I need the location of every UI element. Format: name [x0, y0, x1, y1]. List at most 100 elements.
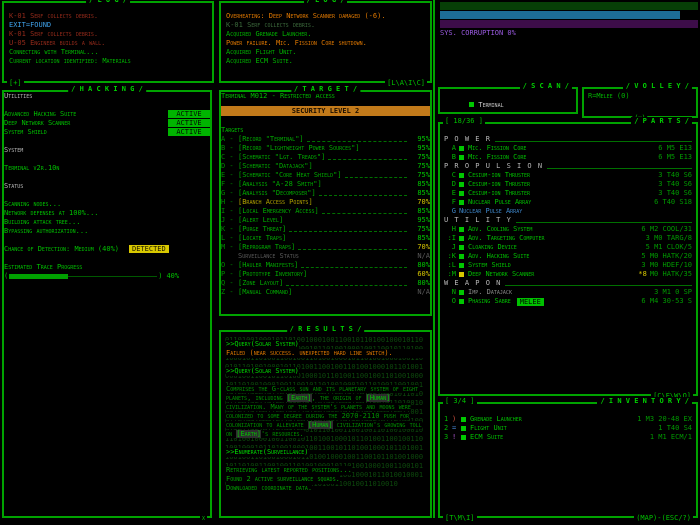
part-row[interactable]: :K Adv. Hacking Suite 5 M0 HATK/20 [444, 252, 692, 261]
command-success-chance: 60% [410, 270, 430, 279]
detected-badge: DETECTED [129, 245, 169, 253]
log-line: Acquired Grenade Launcher. [226, 30, 425, 39]
trace-bar-fill [9, 274, 68, 279]
system-label: System [4, 146, 210, 155]
part-row[interactable]: G Nuclear Pulse Array [444, 207, 692, 216]
target-command-row[interactable]: D - [Schematic "Datajack"] 75% [221, 162, 430, 171]
inventory-item-row[interactable]: 3 ! ECM Suite 1 M1 ECM/1 [444, 433, 692, 442]
scan-panel: / S C A N / Terminal [438, 87, 578, 114]
lore-link[interactable]: [Human] [308, 421, 333, 429]
part-row[interactable]: B Mic. Fission Core 6 M5 E13 [444, 153, 692, 162]
target-command-row[interactable]: G - [Analysis "Decomposer"] 85% [221, 189, 430, 198]
target-command-row[interactable]: M - [Reprogram Traps] 70% [221, 243, 430, 252]
item-state-icon [461, 435, 466, 440]
trace-percent: 40% [162, 272, 179, 281]
lore-link[interactable]: [Human] [366, 394, 391, 402]
part-row[interactable]: D Cesium-ion Thruster 3 T40 S6 [444, 180, 692, 189]
part-row[interactable]: :L System Shield 3 M0 HDEF/10 [444, 261, 692, 270]
part-row[interactable]: O Phasing Sabre MELEE 6 M4 30-53 S [444, 297, 692, 306]
part-row[interactable]: F Nuclear Pulse Array 6 T40 S18 [444, 198, 692, 207]
map-esc-buttons[interactable]: (MAP)-(ESC/?) [634, 514, 693, 523]
target-command-row[interactable]: L - [Locate Traps] 85% [221, 234, 430, 243]
results-query: >>Enumerate(Surveillance) [226, 448, 308, 457]
status-line: Network defenses at 100%... [4, 209, 210, 218]
log-expand-button[interactable]: [+] [7, 79, 24, 88]
parts-section-label: P O W E R [444, 135, 491, 144]
target-command-row[interactable]: P - [Prototype Inventory] 60% [221, 270, 430, 279]
target-command-row[interactable]: Surveillance Status N/A [221, 252, 430, 261]
part-row[interactable]: :I Adv. Targeting Computer 3 M0 TARG/8 [444, 234, 692, 243]
part-row[interactable]: N Imp. Datajack 3 M1 0 SP [444, 288, 692, 297]
part-name: Imp. Datajack [468, 288, 512, 297]
target-command-row[interactable]: E - [Schematic "Core Heat Shield"] 75% [221, 171, 430, 180]
scan-title: / S C A N / [520, 82, 572, 91]
command-key: I - [221, 207, 238, 216]
target-command-row[interactable]: A - [Record "Terminal"] 95% [221, 135, 430, 144]
trace-bar-open: ( [4, 272, 8, 281]
results-error: Failed (near success. unexpected hard li… [226, 349, 425, 358]
matter-bar-fill [440, 20, 698, 28]
part-row[interactable]: C Cesium-ion Thruster 3 T40 S6 [444, 171, 692, 180]
target-command-row[interactable]: J - [Alert Level] 95% [221, 216, 430, 225]
target-command-row[interactable]: O - [Hauler Manifests] 80% [221, 261, 430, 270]
target-command-row[interactable]: F - [Analysis "A-28 Smith"] 85% [221, 180, 430, 189]
item-type-glyph: ) [452, 415, 461, 424]
target-command-row[interactable]: I - [Local Emergency Access] 85% [221, 207, 430, 216]
inventory-item-row[interactable]: 1 ) Grenade Launcher 1 M3 20-48 EX [444, 415, 692, 424]
dash-filler [289, 227, 407, 232]
part-key: A [444, 144, 459, 153]
part-key: G [444, 207, 459, 216]
part-row[interactable]: A Mic. Fission Core 6 M5 E13 [444, 144, 692, 153]
command-key: J - [221, 216, 238, 225]
command-success-chance: 80% [410, 261, 430, 270]
part-stat-values: 3 M1 0 SP [654, 288, 692, 296]
part-name: Cloaking Device [468, 243, 517, 252]
part-row[interactable]: J Cloaking Device 5 M1 CLOK/5 [444, 243, 692, 252]
part-row[interactable]: E Cesium-ion Thruster 3 T40 S6 [444, 189, 692, 198]
inventory-item-row[interactable]: 2 = Flight Unit 1 T40 S4 [444, 424, 692, 433]
target-command-row[interactable]: B - [Record "Lightweight Power Sources"]… [221, 144, 430, 153]
command-name: [Hauler Manifests] [238, 261, 298, 270]
hacking-close-button[interactable]: x [200, 514, 207, 523]
parts-section-header: U T I L I T Y [444, 216, 692, 225]
results-gap [226, 376, 425, 385]
command-success-chance: 85% [410, 180, 430, 189]
part-stat-values: 6 M5 E13 [658, 144, 692, 152]
status-line: Scanning nodes... [4, 200, 210, 209]
target-command-row[interactable]: C - [Schematic "Lgt. Treads"] 75% [221, 153, 430, 162]
core-bar: CORE 550/550 (20% exposed) [440, 2, 698, 11]
command-success-chance: N/A [410, 288, 430, 297]
results-line: Found 2 active surveillance squads. [226, 475, 340, 484]
inventory-sort-buttons[interactable]: [T\M\I] [443, 514, 477, 523]
log-line: Overheating: Deep Network Scanner damage… [226, 12, 425, 21]
lore-link[interactable]: [Earth] [236, 430, 261, 438]
log-filter-buttons[interactable]: [L\A\I\C] [385, 79, 427, 88]
target-command-row[interactable]: K - [Purge Threat] 75% [221, 225, 430, 234]
utility-name: Advanced Hacking Suite [4, 110, 76, 119]
log-panel-middle: / L O G / [L\A\I\C] Overheating: Deep Ne… [219, 1, 432, 83]
command-name: [Analysis "Decomposer"] [238, 189, 316, 198]
part-key: E [444, 189, 459, 198]
target-command-row[interactable]: Q - [Zone Layout] 80% [221, 279, 430, 288]
target-command-row[interactable]: Z - [Manual Command] N/A [221, 288, 430, 297]
part-row[interactable]: H Adv. Cooling System 6 M2 COOL/31 [444, 225, 692, 234]
lore-link[interactable]: [Earth] [287, 394, 312, 402]
utility-name: System Shield [4, 128, 47, 137]
hacking-utilities-list: Advanced Hacking Suite ACTIVE Deep Netwo… [4, 110, 210, 137]
part-row[interactable]: :M Deep Network Scanner *8M0 HATK/35 [444, 270, 692, 279]
item-stats: 1 T40 S4 [658, 424, 692, 433]
item-state-icon [461, 417, 466, 422]
active-badge: ACTIVE [168, 110, 210, 118]
matter-bar: MATTER 300/300 [440, 20, 698, 29]
command-key: O - [221, 261, 238, 270]
results-gap [226, 358, 425, 367]
target-command-row[interactable]: H - [Branch Access Points] 70% [221, 198, 430, 207]
command-success-chance: 95% [410, 135, 430, 144]
part-state-icon [459, 173, 464, 178]
log-line: Acquired Flight Unit. [226, 48, 425, 57]
command-success-chance: 70% [410, 243, 430, 252]
utility-name: Deep Network Scanner [4, 119, 70, 128]
part-stats: 5 M0 HATK/20 [641, 252, 692, 261]
part-name: Adv. Cooling System [468, 225, 532, 234]
part-stat-values: 3 M0 TARG/8 [646, 234, 692, 242]
